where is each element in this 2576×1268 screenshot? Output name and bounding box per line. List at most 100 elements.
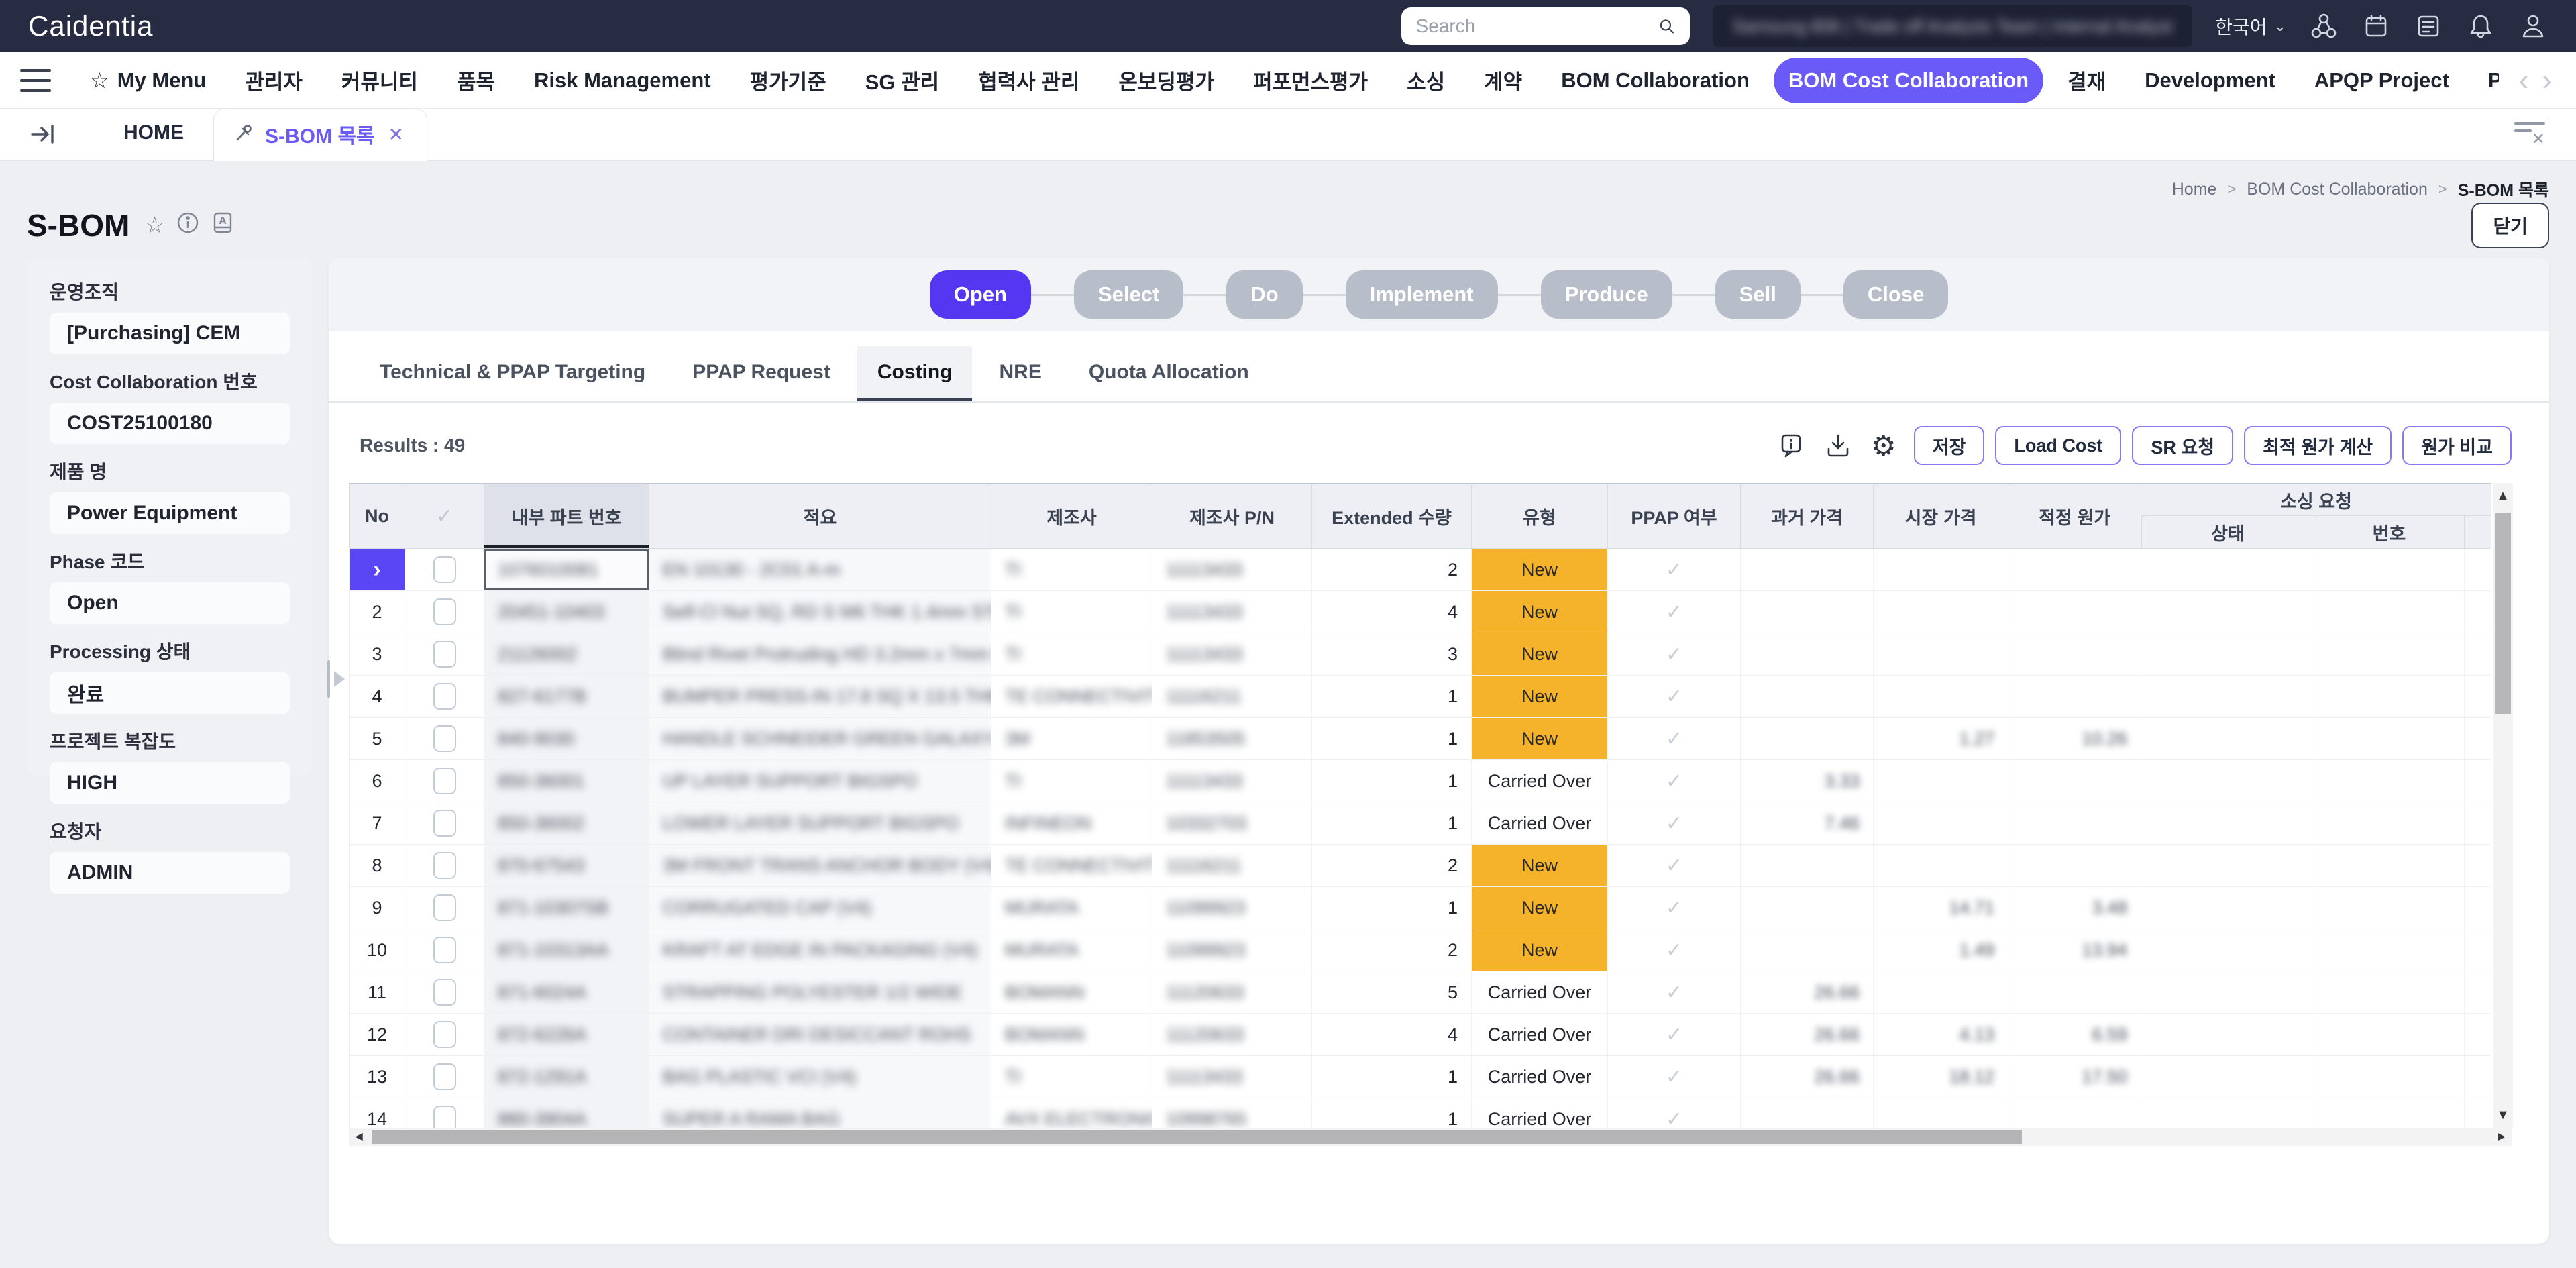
cell-select[interactable] xyxy=(405,929,484,971)
cell-qty[interactable]: 1 xyxy=(1312,718,1472,760)
scroll-right-icon[interactable]: ► xyxy=(2491,1128,2512,1146)
nav-item-bom-cost-collaboration[interactable]: BOM Cost Collaboration xyxy=(1774,58,2043,103)
step-open[interactable]: Open xyxy=(930,270,1031,319)
cell-sr-no[interactable] xyxy=(2314,1014,2465,1056)
col-type[interactable]: 유형 xyxy=(1472,483,1608,549)
cell-past-price[interactable] xyxy=(1741,676,1874,718)
cell-target-cost[interactable] xyxy=(2008,633,2141,676)
cell-type[interactable]: New xyxy=(1472,929,1608,971)
cell-no[interactable]: 11 xyxy=(349,971,405,1014)
global-search[interactable] xyxy=(1401,7,1690,45)
row-checkbox[interactable] xyxy=(433,937,456,963)
grid-info-icon[interactable] xyxy=(1777,430,1808,461)
row-checkbox[interactable] xyxy=(433,852,456,879)
cell-mfr[interactable]: TI xyxy=(991,549,1152,591)
cell-market-price[interactable]: 18.12 xyxy=(1874,1056,2008,1098)
nav-item-apqp-project[interactable]: APQP Project xyxy=(2300,58,2464,103)
nav-item-계약[interactable]: 계약 xyxy=(1469,54,1537,106)
table-row[interactable]: 2 20451-10403 Self-Cl Nut SQ, RD S M6 TH… xyxy=(349,591,2491,633)
cell-ppap[interactable]: ✓ xyxy=(1608,1098,1741,1128)
cell-past-price[interactable] xyxy=(1741,718,1874,760)
cell-type[interactable]: New xyxy=(1472,549,1608,591)
cell-no[interactable]: 3 xyxy=(349,633,405,676)
cell-select[interactable] xyxy=(405,633,484,676)
table-row[interactable]: › 1076010081 EN 10130 - 2C01 A-m TI 1111… xyxy=(349,549,2491,591)
cell-mfr[interactable]: TI xyxy=(991,591,1152,633)
cell-type[interactable]: Carried Over xyxy=(1472,760,1608,802)
cell-sr-no[interactable] xyxy=(2314,887,2465,929)
col-target-cost[interactable]: 적정 원가 xyxy=(2008,483,2141,549)
button-sr-요청[interactable]: SR 요청 xyxy=(2132,426,2233,465)
cell-pn[interactable]: 11113433 xyxy=(1152,1056,1312,1098)
cell-pn[interactable]: 11113433 xyxy=(1152,760,1312,802)
info-icon[interactable] xyxy=(176,211,200,241)
cell-type[interactable]: Carried Over xyxy=(1472,1098,1608,1128)
cell-select[interactable] xyxy=(405,1098,484,1128)
field-value-processing-상태[interactable]: 완료 xyxy=(50,672,290,714)
cell-pn[interactable]: 10998765 xyxy=(1152,1098,1312,1128)
cell-sr-no[interactable] xyxy=(2314,633,2465,676)
nav-item-평가기준[interactable]: 평가기준 xyxy=(735,54,841,106)
cell-market-price[interactable] xyxy=(1874,549,2008,591)
cell-part[interactable]: 871-10307SB xyxy=(484,887,649,929)
cell-type[interactable]: Carried Over xyxy=(1472,971,1608,1014)
cell-pn[interactable]: 11116211 xyxy=(1152,845,1312,887)
cell-past-price[interactable]: 26.66 xyxy=(1741,1014,1874,1056)
cell-target-cost[interactable] xyxy=(2008,802,2141,845)
col-manufacturer[interactable]: 제조사 xyxy=(991,483,1152,549)
row-checkbox[interactable] xyxy=(433,1106,456,1128)
cell-select[interactable] xyxy=(405,718,484,760)
close-all-tabs-icon[interactable]: ✕ xyxy=(2514,122,2545,149)
cell-qty[interactable]: 5 xyxy=(1312,971,1472,1014)
button-원가-비교[interactable]: 원가 비교 xyxy=(2402,426,2512,465)
cell-no[interactable]: 2 xyxy=(349,591,405,633)
col-market-price[interactable]: 시장 가격 xyxy=(1874,483,2008,549)
cell-past-price[interactable]: 3.33 xyxy=(1741,760,1874,802)
cell-no[interactable]: 12 xyxy=(349,1014,405,1056)
cell-market-price[interactable] xyxy=(1874,760,2008,802)
memo-icon[interactable] xyxy=(2414,11,2443,41)
cell-part[interactable]: 850-36002 xyxy=(484,802,649,845)
cell-target-cost[interactable] xyxy=(2008,971,2141,1014)
table-row[interactable]: 8 870-67543 3M FRONT TRANS ANCHOR BODY (… xyxy=(349,845,2491,887)
table-row[interactable]: 10 871-10313AA KRAFT AT EDGE IN PACKAGIN… xyxy=(349,929,2491,971)
nav-item-결재[interactable]: 결재 xyxy=(2053,54,2121,106)
cell-ppap[interactable]: ✓ xyxy=(1608,718,1741,760)
cell-qty[interactable]: 4 xyxy=(1312,1014,1472,1056)
step-do[interactable]: Do xyxy=(1226,270,1302,319)
table-row[interactable]: 5 840-9030 HANDLE SCHNEIDER GREEN GALAXY… xyxy=(349,718,2491,760)
select-all-header[interactable]: ✓ xyxy=(405,483,484,549)
expand-panel-icon[interactable] xyxy=(30,121,59,151)
cell-mfr[interactable]: MURATA xyxy=(991,887,1152,929)
cell-qty[interactable]: 2 xyxy=(1312,549,1472,591)
tab-sbom-list[interactable]: S-BOM 목록 ✕ xyxy=(213,108,427,161)
cell-select[interactable] xyxy=(405,802,484,845)
cell-past-price[interactable]: 26.66 xyxy=(1741,971,1874,1014)
cell-type[interactable]: New xyxy=(1472,845,1608,887)
breadcrumb-item-home[interactable]: Home xyxy=(2172,180,2217,199)
cell-desc[interactable]: BAG PLASTIC VCI (V4) xyxy=(649,1056,991,1098)
col-past-price[interactable]: 과거 가격 xyxy=(1741,483,1874,549)
cell-no[interactable]: 10 xyxy=(349,929,405,971)
cell-part[interactable]: 21126002 xyxy=(484,633,649,676)
cell-ppap[interactable]: ✓ xyxy=(1608,971,1741,1014)
row-checkbox[interactable] xyxy=(433,894,456,921)
cell-part[interactable]: 827-6177B xyxy=(484,676,649,718)
pin-icon[interactable] xyxy=(234,123,254,146)
cell-market-price[interactable] xyxy=(1874,633,2008,676)
cell-sr-no[interactable] xyxy=(2314,1056,2465,1098)
scroll-up-icon[interactable]: ▲ xyxy=(2493,488,2513,504)
cell-sr-no[interactable] xyxy=(2314,802,2465,845)
nav-scroll-left-icon[interactable]: ‹ xyxy=(2515,70,2533,91)
close-tab-icon[interactable]: ✕ xyxy=(386,123,404,146)
tab-costing[interactable]: Costing xyxy=(857,346,973,401)
row-checkbox[interactable] xyxy=(433,641,456,668)
cell-ppap[interactable]: ✓ xyxy=(1608,802,1741,845)
language-selector[interactable]: 한국어 ⌄ xyxy=(2215,13,2286,40)
cell-select[interactable] xyxy=(405,676,484,718)
vertical-scroll-thumb[interactable] xyxy=(2495,513,2511,714)
col-sr-status[interactable]: 상태 xyxy=(2141,516,2314,549)
cell-mfr[interactable]: 3M xyxy=(991,718,1152,760)
cell-desc[interactable]: CORRUGATED CAP (V4) xyxy=(649,887,991,929)
step-select[interactable]: Select xyxy=(1074,270,1183,319)
